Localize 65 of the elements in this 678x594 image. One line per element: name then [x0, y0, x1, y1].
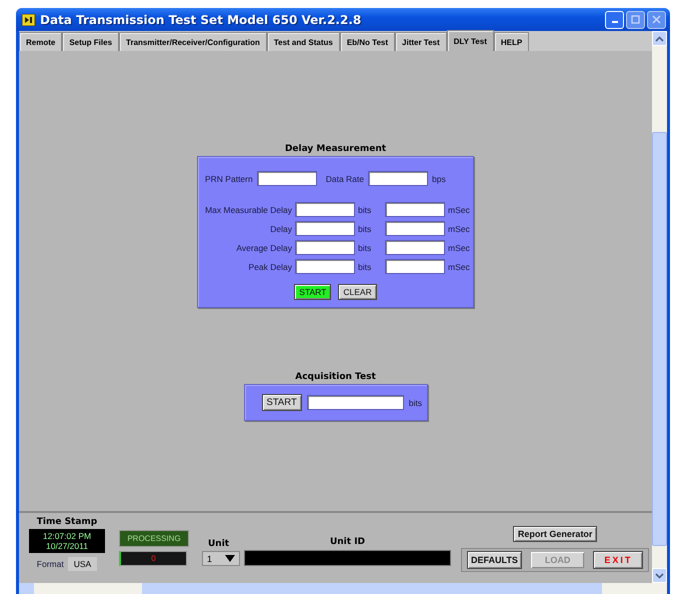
close-icon	[652, 15, 661, 24]
field-label: Average Delay	[235, 242, 292, 252]
horizontal-scrollbar[interactable]	[19, 583, 667, 594]
unit-label: mSec	[448, 242, 471, 252]
input-field[interactable]	[385, 221, 445, 236]
tab[interactable]: Eb/No Test	[340, 32, 396, 51]
unit-id-label: Unit ID	[330, 537, 366, 547]
input-field[interactable]	[295, 240, 355, 255]
input-field[interactable]	[295, 221, 355, 236]
scroll-up-icon	[655, 36, 664, 42]
input-field[interactable]	[385, 259, 445, 274]
format-label: Format	[36, 559, 64, 569]
unit-label: Unit	[207, 539, 230, 549]
input-field[interactable]	[368, 171, 428, 186]
maximize-icon	[631, 15, 640, 24]
window-title: Data Transmission Test Set Model 650 Ver.2.2.8	[40, 12, 362, 26]
tab[interactable]: Jitter Test	[395, 32, 447, 51]
maximize-button[interactable]	[626, 10, 645, 28]
start-button[interactable]: START	[262, 394, 302, 411]
input-field[interactable]	[306, 395, 404, 410]
unit-id-field[interactable]	[244, 550, 451, 566]
panel-button[interactable]: START	[294, 284, 332, 300]
tab[interactable]: Transmitter/Receiver/Configuration	[119, 32, 267, 51]
date-text: 10/27/2011	[46, 541, 88, 551]
tab[interactable]: Test and Status	[266, 32, 340, 51]
processing-indicator: PROCESSING	[119, 530, 189, 547]
input-field[interactable]	[295, 259, 355, 274]
time-stamp-label: Time Stamp	[36, 517, 98, 527]
field-label: Max Measurable Delay	[204, 204, 292, 214]
input-field[interactable]	[295, 202, 355, 217]
tab[interactable]: HELP	[494, 32, 530, 51]
close-button[interactable]	[647, 10, 666, 28]
counter-display: 0	[119, 551, 187, 566]
unit-label: mSec	[448, 262, 471, 272]
input-field[interactable]	[385, 240, 445, 255]
tab[interactable]: Setup Files	[62, 32, 120, 51]
section-title: Delay Measurement	[284, 144, 386, 154]
unit-label: mSec	[448, 204, 471, 214]
input-field[interactable]	[385, 202, 445, 217]
field-label: Data Rate	[326, 174, 364, 184]
vertical-scrollbar[interactable]	[652, 31, 667, 583]
report-generator-button[interactable]: Report Generator	[512, 526, 598, 542]
unit-label: bits	[358, 204, 372, 214]
unit-dropdown[interactable]: 1	[202, 551, 240, 566]
unit-label: bits	[358, 242, 372, 252]
field-label: Peak Delay	[248, 262, 292, 272]
action-button[interactable]: DEFAULTS	[467, 551, 522, 569]
unit-label: bps	[432, 174, 446, 184]
app-icon	[22, 14, 35, 26]
field-label: Delay	[269, 224, 292, 234]
section-title: Acquisition Test	[295, 372, 376, 382]
tab[interactable]: Remote	[19, 32, 62, 51]
panel-button[interactable]: CLEAR	[338, 284, 377, 300]
field-label: PRN Pattern	[205, 174, 253, 184]
minimize-button[interactable]	[605, 10, 624, 28]
unit-label: mSec	[448, 224, 471, 234]
unit-label: bits	[358, 262, 372, 272]
unit-label: bits	[358, 224, 372, 234]
input-field[interactable]	[256, 171, 317, 186]
scroll-down-icon	[655, 572, 664, 578]
tab[interactable]: DLY Test	[446, 30, 494, 51]
time-text: 12:07:02 PM	[42, 531, 92, 541]
dropdown-arrow-icon	[225, 555, 235, 562]
unit-label: bits	[408, 398, 422, 408]
format-value: USA	[68, 557, 98, 571]
